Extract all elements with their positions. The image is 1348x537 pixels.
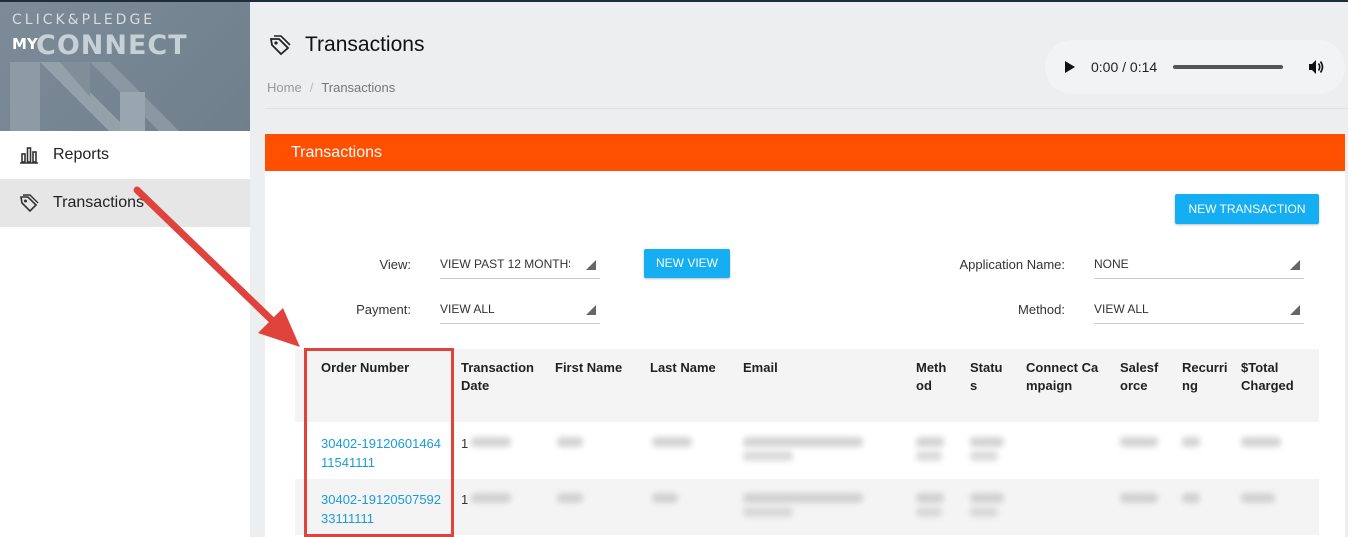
column-header-status[interactable]: Status bbox=[970, 359, 1006, 395]
blurred-cell bbox=[970, 507, 998, 517]
dropdown-triangle-icon bbox=[586, 305, 596, 315]
column-header-transaction-date[interactable]: Transaction Date bbox=[461, 359, 541, 395]
blurred-cell bbox=[743, 493, 863, 503]
blurred-cell bbox=[1182, 493, 1200, 503]
breadcrumb-separator: / bbox=[309, 80, 314, 95]
logo-my-text: MY bbox=[12, 35, 38, 53]
blurred-cell bbox=[916, 507, 942, 517]
breadcrumb: Home / Transactions bbox=[267, 80, 395, 95]
app-logo[interactable]: CLICK&PLEDGE MY CONNECT bbox=[0, 2, 250, 131]
application-name-select[interactable]: NONE bbox=[1094, 249, 1304, 279]
blurred-cell bbox=[743, 451, 793, 461]
view-select-value: VIEW PAST 12 MONTHS bbox=[440, 257, 570, 271]
tag-icon bbox=[269, 35, 291, 56]
blurred-cell bbox=[557, 493, 583, 503]
blurred-cell bbox=[743, 437, 863, 447]
audio-progress-slider[interactable] bbox=[1173, 65, 1284, 69]
application-name-select-value: NONE bbox=[1094, 257, 1129, 271]
sidebar: CLICK&PLEDGE MY CONNECT Reports Transact… bbox=[0, 2, 250, 537]
volume-icon[interactable] bbox=[1307, 58, 1325, 76]
blurred-cell bbox=[916, 493, 944, 503]
dropdown-triangle-icon bbox=[1290, 260, 1300, 270]
header-divider bbox=[265, 108, 1348, 109]
blurred-cell bbox=[970, 437, 1004, 447]
new-transaction-button[interactable]: NEW TRANSACTION bbox=[1175, 194, 1319, 224]
bar-chart-icon bbox=[20, 147, 38, 164]
view-label: View: bbox=[379, 257, 411, 272]
method-label: Method: bbox=[1018, 302, 1065, 317]
audio-player: 0:00 / 0:14 bbox=[1045, 40, 1345, 94]
column-header-recurring[interactable]: Recurring bbox=[1182, 359, 1228, 395]
application-name-label: Application Name: bbox=[959, 257, 1066, 272]
breadcrumb-home-link[interactable]: Home bbox=[267, 80, 302, 95]
column-header-last-name[interactable]: Last Name bbox=[650, 359, 730, 377]
sidebar-item-reports[interactable]: Reports bbox=[0, 131, 250, 179]
blurred-cell bbox=[1120, 437, 1158, 447]
blurred-cell bbox=[970, 451, 998, 461]
new-view-button[interactable]: NEW VIEW bbox=[644, 249, 730, 278]
dropdown-triangle-icon bbox=[586, 260, 596, 270]
column-header-salesforce[interactable]: Salesforce bbox=[1120, 359, 1166, 395]
logo-graphic bbox=[10, 62, 179, 131]
sidebar-item-label: Reports bbox=[53, 146, 110, 163]
column-header-first-name[interactable]: First Name bbox=[555, 359, 635, 377]
play-icon[interactable] bbox=[1065, 61, 1075, 73]
blurred-cell bbox=[916, 437, 944, 447]
blurred-cell bbox=[1120, 493, 1158, 503]
blurred-cell bbox=[1241, 493, 1275, 503]
blurred-cell bbox=[916, 451, 942, 461]
method-select[interactable]: VIEW ALL bbox=[1094, 294, 1304, 324]
blurred-cell bbox=[970, 493, 1004, 503]
blurred-cell bbox=[652, 493, 678, 503]
payment-select-value: VIEW ALL bbox=[440, 302, 495, 316]
blurred-cell bbox=[1241, 437, 1281, 447]
breadcrumb-current: Transactions bbox=[321, 80, 396, 95]
blurred-cell bbox=[471, 437, 511, 447]
payment-select[interactable]: VIEW ALL bbox=[440, 294, 600, 324]
blurred-cell bbox=[743, 507, 793, 517]
panel-title: Transactions bbox=[265, 134, 1345, 171]
column-header-total-charged[interactable]: $Total Charged bbox=[1241, 359, 1301, 395]
column-header-method[interactable]: Method bbox=[916, 359, 952, 395]
logo-brand-text: CLICK&PLEDGE bbox=[12, 12, 156, 28]
blurred-cell bbox=[1182, 437, 1200, 447]
sidebar-item-transactions[interactable]: Transactions bbox=[0, 179, 250, 227]
dropdown-triangle-icon bbox=[1290, 305, 1300, 315]
column-header-connect-campaign[interactable]: Connect Campaign bbox=[1026, 359, 1102, 395]
method-select-value: VIEW ALL bbox=[1094, 302, 1149, 316]
tag-icon bbox=[20, 194, 39, 213]
annotation-highlight-box bbox=[304, 348, 454, 537]
blurred-cell bbox=[652, 437, 692, 447]
blurred-cell bbox=[471, 493, 511, 503]
payment-label: Payment: bbox=[356, 302, 411, 317]
audio-time: 0:00 / 0:14 bbox=[1091, 59, 1158, 75]
column-header-email[interactable]: Email bbox=[743, 359, 823, 377]
view-select[interactable]: VIEW PAST 12 MONTHS bbox=[440, 249, 600, 279]
sidebar-item-label: Transactions bbox=[53, 194, 144, 211]
blurred-cell bbox=[557, 437, 583, 447]
page-title: Transactions bbox=[305, 33, 425, 56]
